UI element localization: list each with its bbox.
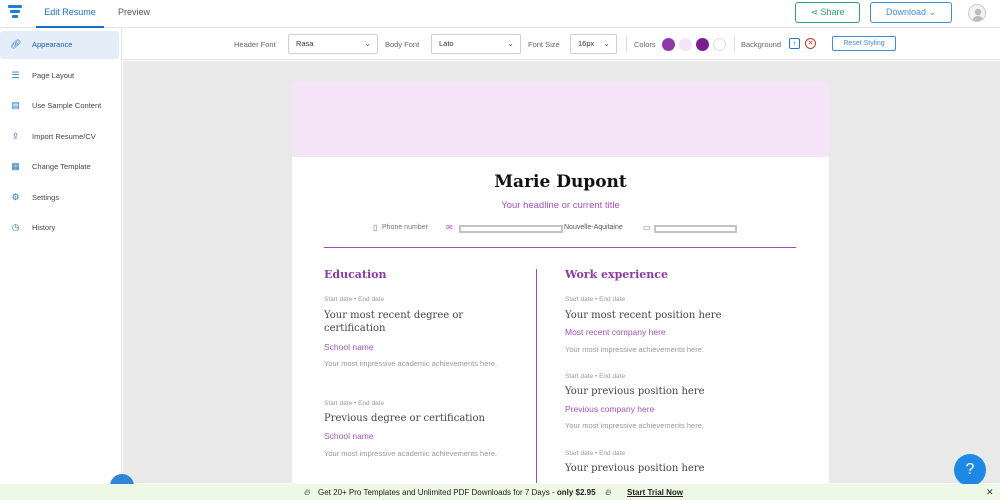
user-avatar-icon[interactable] [968,4,986,22]
work-date[interactable]: Start date • End date [565,373,625,380]
education-title[interactable]: Education [324,268,387,281]
help-button[interactable]: ? [954,454,986,486]
reset-styling-button[interactable]: Reset Styling [832,36,896,51]
toolbar-divider [734,36,735,52]
resume-page: Marie Dupont Your headline or current ti… [292,82,829,483]
document-icon: ▤ [11,100,20,110]
fire-icon: 🔥︎ [304,487,311,497]
start-trial-link[interactable]: Start Trial Now [627,488,683,497]
top-bar: Edit Resume Preview ⋖ Share Download ⌄ [0,0,1000,28]
link-icon: 🔗︎ [10,39,22,49]
share-button[interactable]: ⋖ Share [795,2,860,23]
color-swatch-white[interactable] [713,38,726,51]
location-field[interactable]: Nouvelle-Aquitaine [564,224,623,231]
redacted-link [654,225,737,233]
education-desc[interactable]: Your most impressive academic achievemen… [324,357,509,370]
tab-preview[interactable]: Preview [118,0,150,28]
education-date[interactable]: Start date • End date [324,296,384,303]
sidebar-item-use-sample-content[interactable]: ▤ Use Sample Content [0,92,119,120]
work-position[interactable]: Your most recent position here [565,309,755,322]
color-swatch-dark[interactable] [696,38,709,51]
education-date[interactable]: Start date • End date [324,400,384,407]
list-icon: ☰ [11,70,20,80]
toolbar-divider [626,36,627,52]
chevron-down-icon: ⌄ [603,39,610,48]
download-button[interactable]: Download ⌄ [870,2,952,23]
column-divider [536,269,537,483]
app-logo-icon[interactable] [8,5,22,21]
education-degree[interactable]: Previous degree or certification [324,412,514,425]
sidebar-item-history[interactable]: ◷ History [0,214,119,242]
sidebar-item-appearance[interactable]: 🔗︎ Appearance [0,31,119,59]
tab-edit-resume[interactable]: Edit Resume [36,0,104,28]
font-size-select[interactable]: 16px ⌄ [570,34,617,54]
promo-text: Get 20+ Pro Templates and Unlimited PDF … [318,488,596,497]
work-date[interactable]: Start date • End date [565,296,625,303]
chevron-down-icon: ⌄ [925,7,937,17]
chevron-down-icon: ⌄ [507,39,514,48]
education-desc[interactable]: Your most impressive academic achievemen… [324,447,509,460]
work-date[interactable]: Start date • End date [565,450,625,457]
work-company[interactable]: Previous company here [565,404,654,414]
sidebar-item-import-resume[interactable]: ⇪ Import Resume/CV [0,123,119,151]
phone-icon: ▯ [373,223,378,232]
resume-headline[interactable]: Your headline or current title [292,200,829,211]
work-desc[interactable]: Your most impressive achievements here. [565,419,750,432]
phone-field[interactable]: Phone number [382,224,428,231]
education-school[interactable]: School name [324,431,374,441]
education-school[interactable]: School name [324,342,374,352]
grid-icon: ▦ [11,161,20,171]
clock-icon: ◷ [11,222,20,232]
close-icon[interactable]: ✕ [986,487,994,498]
education-degree[interactable]: Your most recent degree or certification [324,309,514,335]
work-desc[interactable]: Your most impressive achievements here. [565,343,750,356]
resume-canvas: Marie Dupont Your headline or current ti… [123,61,1000,483]
remove-background-icon[interactable]: ✕ [805,38,816,49]
sidebar: 🔗︎ Appearance ☰ Page Layout ▤ Use Sample… [0,28,122,500]
chevron-down-icon: ⌄ [364,39,371,48]
gear-icon: ⚙ [11,192,20,202]
resume-name[interactable]: Marie Dupont [292,172,829,192]
work-position[interactable]: Your previous position here [565,462,755,475]
resume-header-band [292,82,829,157]
color-swatch-light[interactable] [679,38,692,51]
color-swatch-primary[interactable] [662,38,675,51]
body-font-select[interactable]: Lato ⌄ [431,34,521,54]
header-font-label: Header Font [234,40,276,49]
email-icon: ✉ [446,223,453,232]
sidebar-item-page-layout[interactable]: ☰ Page Layout [0,62,119,90]
fire-icon: 🔥︎ [605,487,612,497]
colors-label: Colors [634,40,656,49]
body-font-label: Body Font [385,40,420,49]
work-company[interactable]: Most recent company here [565,327,666,337]
font-size-label: Font Size [528,40,560,49]
styling-toolbar: Header Font Rasa ⌄ Body Font Lato ⌄ Font… [123,28,1000,60]
redacted-email [459,225,563,233]
sidebar-item-change-template[interactable]: ▦ Change Template [0,153,119,181]
background-label: Background [741,40,782,49]
link-icon: ▭ [643,223,651,232]
header-divider [324,247,796,248]
sidebar-item-settings[interactable]: ⚙ Settings [0,184,119,212]
work-position[interactable]: Your previous position here [565,385,755,398]
upload-icon: ⇪ [11,131,20,141]
share-icon: ⋖ [810,7,821,17]
promo-bar: 🔥︎ Get 20+ Pro Templates and Unlimited P… [0,484,1000,500]
header-font-select[interactable]: Rasa ⌄ [288,34,378,54]
work-title[interactable]: Work experience [565,268,668,281]
upload-background-icon[interactable]: ↑ [789,38,800,49]
